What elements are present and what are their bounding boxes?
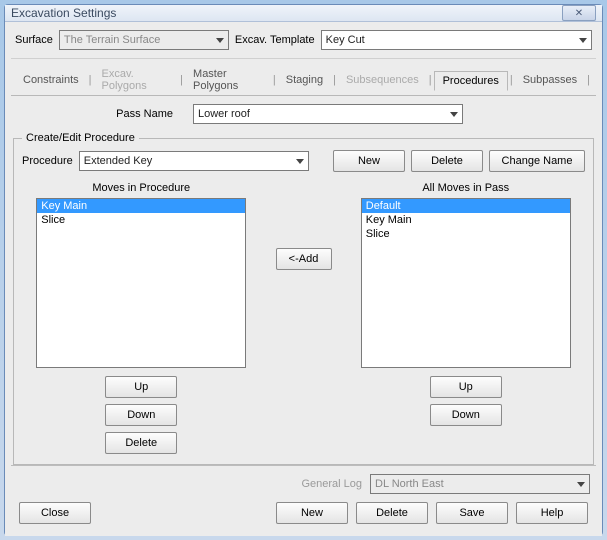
template-value: Key Cut: [326, 34, 365, 46]
tabs: Constraints | Excav. Polygons | Master P…: [11, 59, 596, 96]
surface-value: The Terrain Surface: [64, 34, 160, 46]
moves-list[interactable]: Key Main Slice: [36, 198, 246, 368]
tab-master-polygons[interactable]: Master Polygons: [185, 65, 271, 95]
surface-label: Surface: [15, 34, 53, 46]
list-item[interactable]: Slice: [37, 213, 245, 227]
content-area: Surface The Terrain Surface Excav. Templ…: [5, 22, 602, 536]
tab-subpasses[interactable]: Subpasses: [515, 71, 585, 89]
template-combo[interactable]: Key Cut: [321, 30, 592, 50]
create-edit-group: Create/Edit Procedure Procedure Extended…: [13, 132, 594, 465]
procedure-combo[interactable]: Extended Key: [79, 151, 309, 171]
template-label: Excav. Template: [235, 34, 315, 46]
general-log-combo: DL North East: [370, 474, 590, 494]
add-button[interactable]: <-Add: [276, 248, 332, 270]
general-log-label: General Log: [301, 478, 362, 490]
up-button[interactable]: Up: [430, 376, 502, 398]
list-item[interactable]: Key Main: [37, 199, 245, 213]
footer: General Log DL North East Close New Dele…: [11, 465, 596, 530]
surface-combo[interactable]: The Terrain Surface: [59, 30, 229, 50]
down-button[interactable]: Down: [105, 404, 177, 426]
procedure-label: Procedure: [22, 155, 73, 167]
up-button[interactable]: Up: [105, 376, 177, 398]
tab-procedures[interactable]: Procedures: [434, 71, 508, 91]
allmoves-header: All Moves in Pass: [422, 182, 509, 194]
procedure-value: Extended Key: [84, 155, 153, 167]
list-item[interactable]: Default: [362, 199, 570, 213]
close-button[interactable]: Close: [19, 502, 91, 524]
change-name-button[interactable]: Change Name: [489, 150, 585, 172]
right-column: All Moves in Pass Default Key Main Slice…: [347, 178, 586, 426]
tab-constraints[interactable]: Constraints: [15, 71, 87, 89]
new-button[interactable]: New: [333, 150, 405, 172]
pass-row: Pass Name Lower roof: [11, 96, 596, 132]
tab-excav-polygons: Excav. Polygons: [94, 65, 179, 95]
top-row: Surface The Terrain Surface Excav. Templ…: [11, 28, 596, 59]
columns: Moves in Procedure Key Main Slice Up Dow…: [22, 178, 585, 454]
delete-move-button[interactable]: Delete: [105, 432, 177, 454]
mid-column: <-Add: [269, 178, 339, 270]
new-button-footer[interactable]: New: [276, 502, 348, 524]
tab-subsequences: Subsequences: [338, 71, 427, 89]
list-item[interactable]: Slice: [362, 227, 570, 241]
save-button[interactable]: Save: [436, 502, 508, 524]
titlebar: Excavation Settings ✕: [5, 5, 602, 22]
left-column: Moves in Procedure Key Main Slice Up Dow…: [22, 178, 261, 454]
bottom-buttons: Close New Delete Save Help: [17, 502, 590, 526]
group-legend: Create/Edit Procedure: [22, 132, 139, 144]
help-button[interactable]: Help: [516, 502, 588, 524]
down-button[interactable]: Down: [430, 404, 502, 426]
left-buttons: Up Down Delete: [105, 376, 177, 454]
tab-staging[interactable]: Staging: [278, 71, 331, 89]
right-buttons: Up Down: [430, 376, 502, 426]
pass-name-combo[interactable]: Lower roof: [193, 104, 463, 124]
main-window: Excavation Settings ✕ Surface The Terrai…: [4, 4, 603, 536]
pass-name-label: Pass Name: [31, 108, 181, 120]
delete-button-footer[interactable]: Delete: [356, 502, 428, 524]
list-item[interactable]: Key Main: [362, 213, 570, 227]
window-title: Excavation Settings: [11, 6, 116, 20]
procedure-row: Procedure Extended Key New Delete Change…: [22, 150, 585, 172]
moves-header: Moves in Procedure: [92, 182, 190, 194]
pass-name-value: Lower roof: [198, 108, 250, 120]
close-icon[interactable]: ✕: [562, 5, 596, 21]
allmoves-list[interactable]: Default Key Main Slice: [361, 198, 571, 368]
general-log-row: General Log DL North East: [17, 474, 590, 494]
delete-button[interactable]: Delete: [411, 150, 483, 172]
general-log-value: DL North East: [375, 478, 444, 490]
